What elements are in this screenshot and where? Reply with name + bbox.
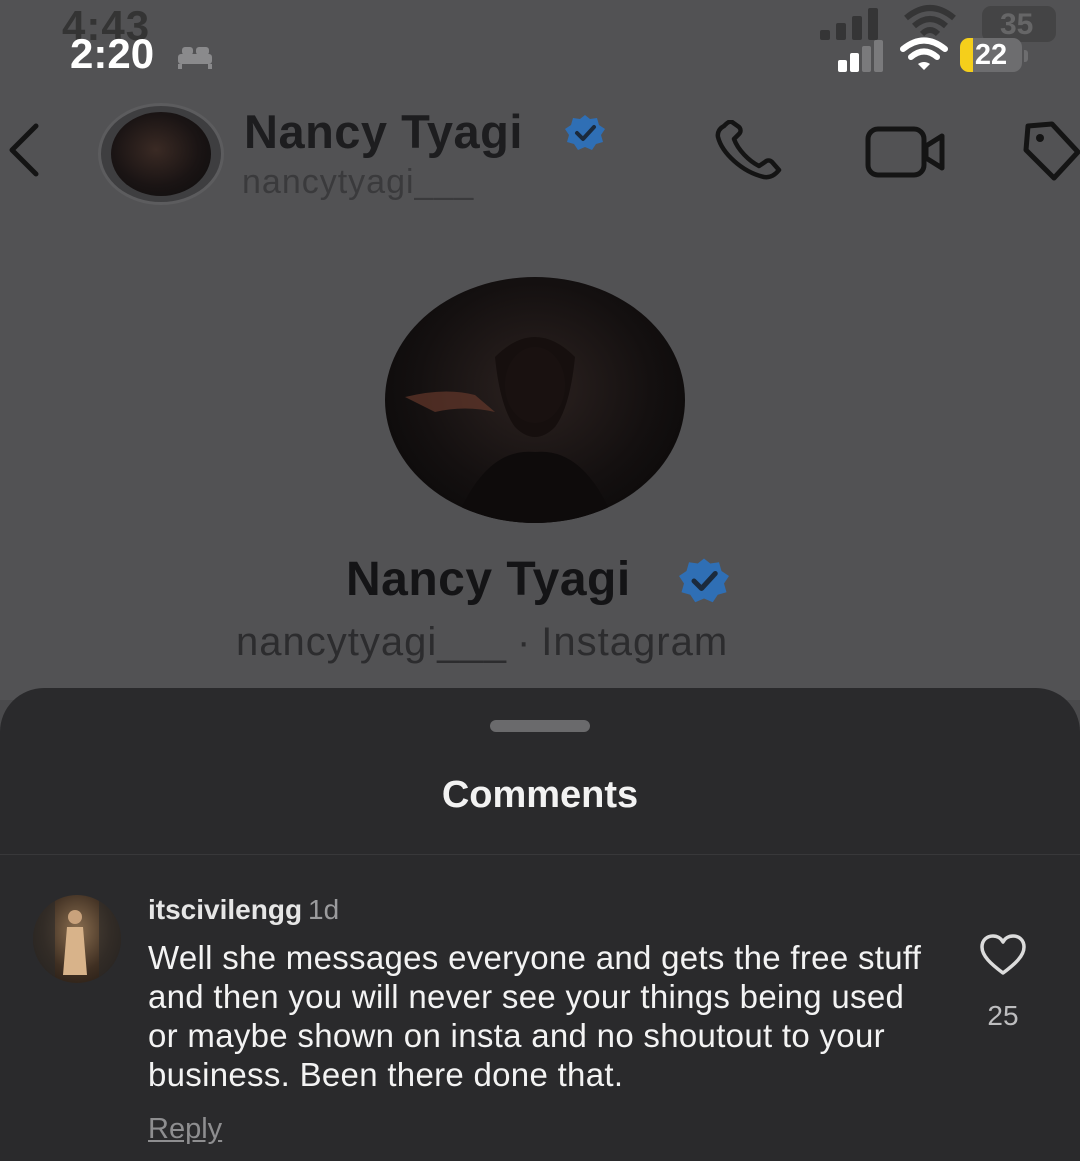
verified-icon bbox=[565, 115, 605, 150]
sheet-divider bbox=[0, 854, 1080, 855]
tag-icon[interactable] bbox=[1022, 120, 1080, 182]
header-avatar[interactable] bbox=[98, 103, 224, 205]
profile-handle: nancytyagi___ bbox=[236, 620, 507, 664]
comment-username-line: itscivilengg 1d bbox=[148, 894, 339, 926]
comment-username[interactable]: itscivilengg bbox=[148, 894, 302, 925]
battery-level: 22 bbox=[974, 39, 1008, 71]
heart-icon[interactable] bbox=[979, 933, 1027, 977]
signal-icon bbox=[838, 40, 883, 72]
battery-icon: 22 bbox=[960, 38, 1022, 72]
sheet-grabber[interactable] bbox=[490, 720, 590, 732]
battery-tip bbox=[1024, 50, 1028, 62]
like-count: 25 bbox=[987, 1000, 1019, 1031]
status-time: 2:20 bbox=[70, 30, 155, 77]
phone-icon[interactable] bbox=[712, 120, 788, 182]
profile-subtitle: nancytyagi___ · Instagram bbox=[236, 620, 728, 665]
header-name[interactable]: Nancy Tyagi bbox=[244, 104, 523, 159]
comment-avatar-art bbox=[33, 895, 121, 983]
comment-avatar[interactable] bbox=[33, 895, 121, 983]
reply-button[interactable]: Reply bbox=[148, 1113, 222, 1146]
video-icon[interactable] bbox=[864, 124, 946, 180]
profile-name: Nancy Tyagi bbox=[346, 553, 631, 606]
wifi-icon bbox=[900, 37, 948, 70]
sheet-title: Comments bbox=[441, 774, 639, 816]
profile-photo-art bbox=[405, 337, 615, 523]
ghost-battery-icon: 35 bbox=[982, 6, 1056, 42]
bed-icon bbox=[178, 47, 212, 69]
profile-photo[interactable] bbox=[385, 277, 685, 523]
profile-platform: Instagram bbox=[541, 620, 729, 664]
header-avatar-photo bbox=[111, 112, 211, 196]
comments-sheet: Comments itscivilengg 1d Well she message… bbox=[0, 688, 1080, 1161]
verified-icon bbox=[679, 558, 729, 603]
comment-time: 1d bbox=[308, 894, 340, 925]
ghost-signal-icon bbox=[820, 8, 878, 40]
comment-text: Well she messages everyone and gets the … bbox=[148, 939, 922, 1093]
header-handle: nancytyagi___ bbox=[242, 163, 475, 201]
separator-dot: · bbox=[516, 620, 532, 664]
back-icon[interactable] bbox=[4, 122, 44, 178]
ghost-battery-level: 35 bbox=[1000, 8, 1034, 41]
